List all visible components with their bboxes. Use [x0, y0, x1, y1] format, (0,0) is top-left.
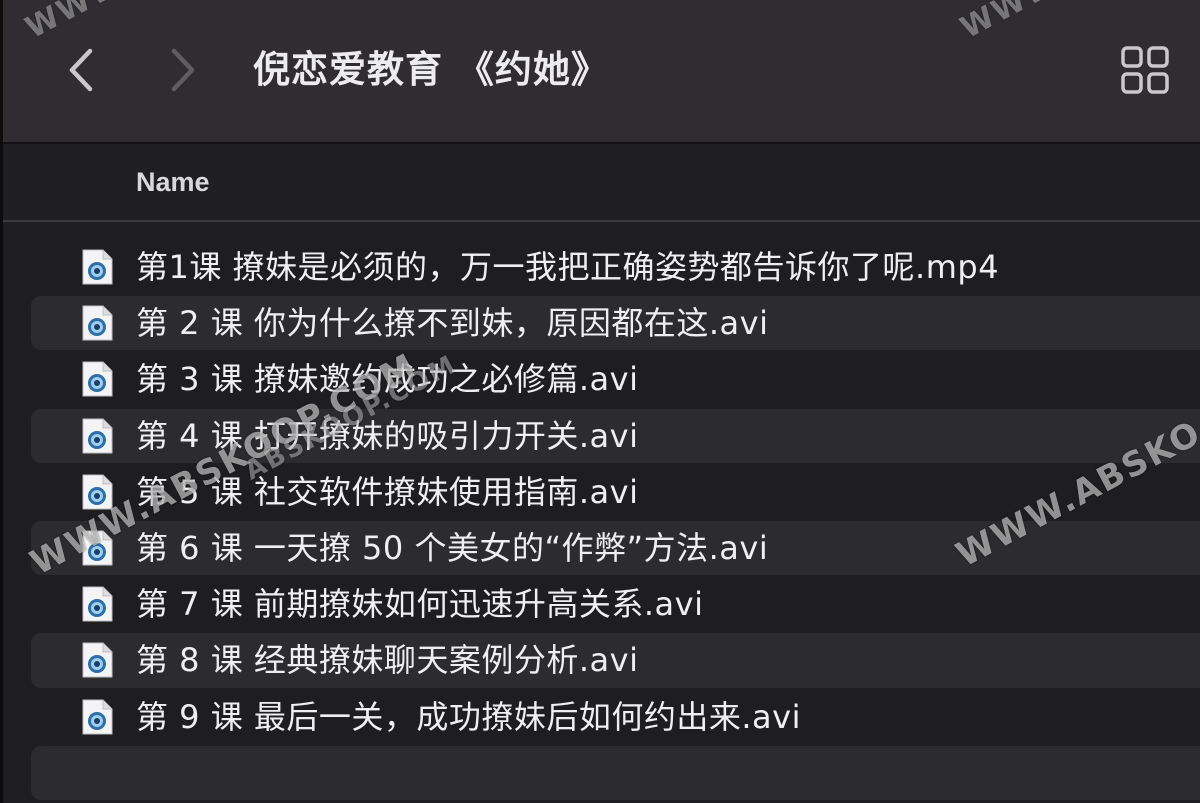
video-file-icon: [82, 474, 113, 510]
file-name: 第1课 撩妹是必须的，万一我把正确姿势都告诉你了呢.mp4: [136, 248, 1000, 286]
file-name: 第 7 课 前期撩妹如何迅速升高关系.avi: [136, 585, 704, 624]
forward-button[interactable]: [157, 40, 209, 100]
empty-row-stripe: [31, 746, 1200, 800]
file-row[interactable]: 第 5 课 社交软件撩妹使用指南.avi: [3, 464, 1200, 520]
grid-view-button[interactable]: [1119, 44, 1171, 96]
toolbar: 倪恋爱教育 《约她》: [3, 0, 1200, 144]
video-file-icon: [82, 305, 113, 341]
video-file-icon: [82, 699, 113, 734]
video-file-icon: [82, 361, 113, 397]
video-file-icon: [82, 530, 113, 566]
file-row[interactable]: 第 8 课 经典撩妹聊天案例分析.avi: [3, 632, 1200, 688]
file-row[interactable]: 第 2 课 你为什么撩不到妹，原因都在这.avi: [3, 295, 1200, 351]
file-list: 第1课 撩妹是必须的，万一我把正确姿势都告诉你了呢.mp4 第 2 课 你为什么…: [3, 239, 1200, 745]
video-file-icon: [82, 642, 113, 678]
grid-view-icon: [1121, 46, 1169, 94]
file-row[interactable]: 第 9 课 最后一关，成功撩妹后如何约出来.avi: [3, 689, 1200, 745]
file-row[interactable]: 第 6 课 一天撩 50 个美女的“作弊”方法.avi: [3, 520, 1200, 576]
file-name: 第 9 课 最后一关，成功撩妹后如何约出来.avi: [136, 697, 801, 736]
file-name: 第 2 课 你为什么撩不到妹，原因都在这.avi: [136, 304, 769, 343]
window-title: 倪恋爱教育 《约她》: [253, 48, 609, 91]
chevron-left-icon: [69, 48, 93, 92]
video-file-icon: [82, 249, 113, 285]
video-file-icon: [82, 418, 113, 454]
file-name: 第 5 课 社交软件撩妹使用指南.avi: [136, 472, 639, 511]
video-file-icon: [82, 586, 113, 622]
name-column-header[interactable]: Name: [136, 144, 210, 220]
file-row[interactable]: 第 3 课 撩妹邀约成功之必修篇.avi: [3, 351, 1200, 407]
column-header: Name: [3, 144, 1200, 222]
file-name: 第 4 课 打开撩妹的吸引力开关.avi: [136, 416, 639, 455]
file-row[interactable]: 第 7 课 前期撩妹如何迅速升高关系.avi: [3, 576, 1200, 632]
file-row[interactable]: 第 4 课 打开撩妹的吸引力开关.avi: [3, 408, 1200, 464]
file-name: 第 6 课 一天撩 50 个美女的“作弊”方法.avi: [136, 528, 769, 567]
file-name: 第 8 课 经典撩妹聊天案例分析.avi: [136, 641, 639, 680]
file-name: 第 3 课 撩妹邀约成功之必修篇.avi: [136, 360, 639, 399]
file-row[interactable]: 第1课 撩妹是必须的，万一我把正确姿势都告诉你了呢.mp4: [3, 239, 1200, 295]
back-button[interactable]: [55, 40, 107, 100]
chevron-right-icon: [171, 48, 195, 92]
finder-window: 倪恋爱教育 《约她》 Name 第1课 撩妹是必须的，万一我把正确姿势都告诉你了…: [0, 0, 1200, 803]
